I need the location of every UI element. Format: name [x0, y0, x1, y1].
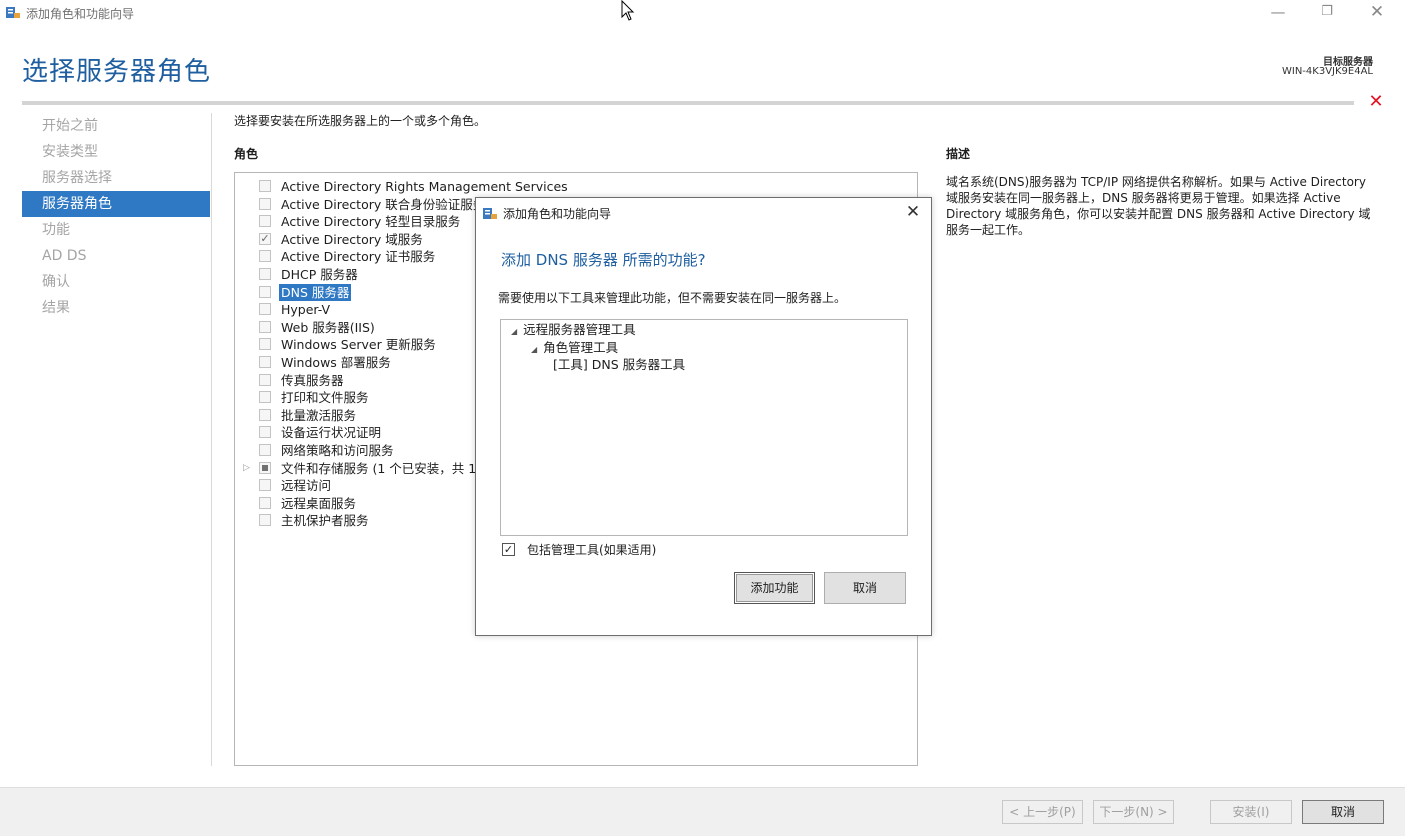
- role-checkbox[interactable]: ✓: [259, 232, 271, 245]
- dialog-cancel-button[interactable]: 取消: [824, 572, 906, 604]
- dialog-heading: 添加 DNS 服务器 所需的功能?: [501, 251, 706, 269]
- nav-item[interactable]: 安装类型: [22, 139, 210, 165]
- include-tools-checkbox[interactable]: ✓: [502, 543, 515, 556]
- role-label: Windows Server 更新服务: [281, 337, 436, 353]
- role-label: DNS 服务器: [279, 283, 352, 301]
- role-checkbox[interactable]: [259, 373, 271, 386]
- role-checkbox[interactable]: [259, 461, 271, 474]
- role-checkbox[interactable]: [259, 338, 271, 351]
- dialog-close-button[interactable]: ✕: [902, 201, 924, 223]
- tree-item[interactable]: ◢ 远程服务器管理工具: [511, 322, 636, 340]
- collapse-triangle-icon[interactable]: ◢: [531, 345, 537, 354]
- expand-icon[interactable]: ▷: [243, 460, 250, 477]
- nav-item[interactable]: 功能: [22, 217, 210, 243]
- role-label: 网络策略和访问服务: [281, 443, 394, 458]
- nav-item[interactable]: 服务器角色: [22, 191, 210, 217]
- role-label: 主机保护者服务: [281, 513, 369, 529]
- nav-item[interactable]: 开始之前: [22, 113, 210, 139]
- restore-button[interactable]: ❐: [1304, 0, 1350, 26]
- role-label: 打印和文件服务: [281, 390, 369, 406]
- description-header: 描述: [946, 147, 971, 161]
- next-button[interactable]: 下一步(N) >: [1093, 800, 1174, 824]
- window-title: 添加角色和功能向导: [26, 7, 135, 21]
- target-server-value: WIN-4K3VJK9E4AL: [1281, 66, 1373, 77]
- role-label: Active Directory 联合身份验证服务: [281, 196, 486, 212]
- cancel-button[interactable]: 取消: [1302, 800, 1384, 824]
- nav-item[interactable]: 确认: [22, 269, 210, 295]
- role-label: 文件和存储服务 (1 个已安装，共 12 个): [281, 460, 506, 476]
- role-checkbox[interactable]: [259, 496, 271, 509]
- mouse-cursor-icon: [621, 0, 635, 21]
- role-label: Active Directory 轻型目录服务: [281, 214, 461, 230]
- tree-item[interactable]: ◢ 角色管理工具: [531, 340, 618, 358]
- role-label: 设备运行状况证明: [281, 425, 382, 441]
- role-label: Windows 部署服务: [281, 355, 391, 370]
- role-label: Web 服务器(IIS): [281, 319, 375, 335]
- role-checkbox[interactable]: [259, 180, 271, 192]
- role-label: Active Directory 域服务: [281, 231, 423, 247]
- tree-item-label: 远程服务器管理工具: [523, 322, 636, 337]
- page-title: 选择服务器角色: [22, 57, 212, 87]
- role-label: 远程访问: [281, 478, 332, 494]
- role-checkbox[interactable]: [259, 408, 271, 421]
- role-checkbox[interactable]: [259, 320, 271, 333]
- wizard-nav: 开始之前 安装类型 服务器选择 服务器角色 功能 AD DS 确认 结果: [22, 113, 210, 321]
- install-button[interactable]: 安装(I): [1210, 800, 1292, 824]
- role-checkbox[interactable]: [259, 268, 271, 280]
- role-label: 批量激活服务: [281, 407, 357, 423]
- role-checkbox[interactable]: [259, 303, 271, 316]
- minimize-button[interactable]: —: [1255, 0, 1301, 26]
- role-checkbox[interactable]: [259, 285, 271, 298]
- role-label: Hyper-V: [281, 302, 331, 318]
- add-features-dialog: 添加角色和功能向导 ✕ 添加 DNS 服务器 所需的功能? 需要使用以下工具来管…: [475, 197, 932, 636]
- role-checkbox[interactable]: [259, 197, 271, 210]
- header-divider: [22, 101, 1354, 105]
- role-checkbox[interactable]: [259, 479, 271, 492]
- nav-divider: [211, 113, 212, 766]
- role-checkbox[interactable]: [259, 426, 271, 439]
- role-checkbox[interactable]: [259, 444, 271, 456]
- red-close-icon[interactable]: ✕: [1367, 93, 1385, 111]
- collapse-triangle-icon[interactable]: ◢: [511, 327, 517, 336]
- dialog-description: 需要使用以下工具来管理此功能，但不需要安装在同一服务器上。: [498, 291, 847, 305]
- dialog-title: 添加角色和功能向导: [503, 207, 612, 221]
- tree-item[interactable]: [工具] DNS 服务器工具: [553, 357, 685, 373]
- instruction-text: 选择要安装在所选服务器上的一个或多个角色。: [234, 114, 487, 128]
- role-label: Active Directory Rights Management Servi…: [281, 179, 568, 194]
- role-label: 传真服务器: [281, 372, 344, 388]
- roles-header: 角色: [234, 147, 259, 161]
- previous-button[interactable]: < 上一步(P): [1002, 800, 1083, 824]
- nav-item[interactable]: 结果: [22, 295, 210, 321]
- include-tools-label[interactable]: 包括管理工具(如果适用): [527, 541, 656, 558]
- role-label: Active Directory 证书服务: [281, 249, 436, 265]
- nav-item[interactable]: AD DS: [22, 243, 210, 269]
- tree-item-label: [工具] DNS 服务器工具: [553, 357, 686, 372]
- description-text: 域名系统(DNS)服务器为 TCP/IP 网络提供名称解析。如果与 Active…: [946, 175, 1371, 237]
- role-checkbox[interactable]: [259, 356, 271, 368]
- role-checkbox[interactable]: [259, 215, 271, 228]
- nav-item[interactable]: 服务器选择: [22, 165, 210, 191]
- window-title-bar[interactable]: [0, 0, 1405, 26]
- role-label: DHCP 服务器: [281, 267, 358, 282]
- features-tree[interactable]: ◢ 远程服务器管理工具 ◢ 角色管理工具 [工具] DNS 服务器工具: [500, 319, 908, 536]
- window-close-button[interactable]: ✕: [1354, 0, 1400, 26]
- role-checkbox[interactable]: [259, 514, 271, 527]
- role-checkbox[interactable]: [259, 250, 271, 263]
- bottom-bar: [0, 787, 1405, 836]
- server-manager-icon: [6, 7, 20, 18]
- role-checkbox[interactable]: [259, 391, 271, 404]
- add-features-button[interactable]: 添加功能: [734, 572, 815, 604]
- server-manager-icon: [483, 208, 497, 219]
- tree-item-label: 角色管理工具: [543, 339, 619, 355]
- role-label: 远程桌面服务: [281, 495, 357, 511]
